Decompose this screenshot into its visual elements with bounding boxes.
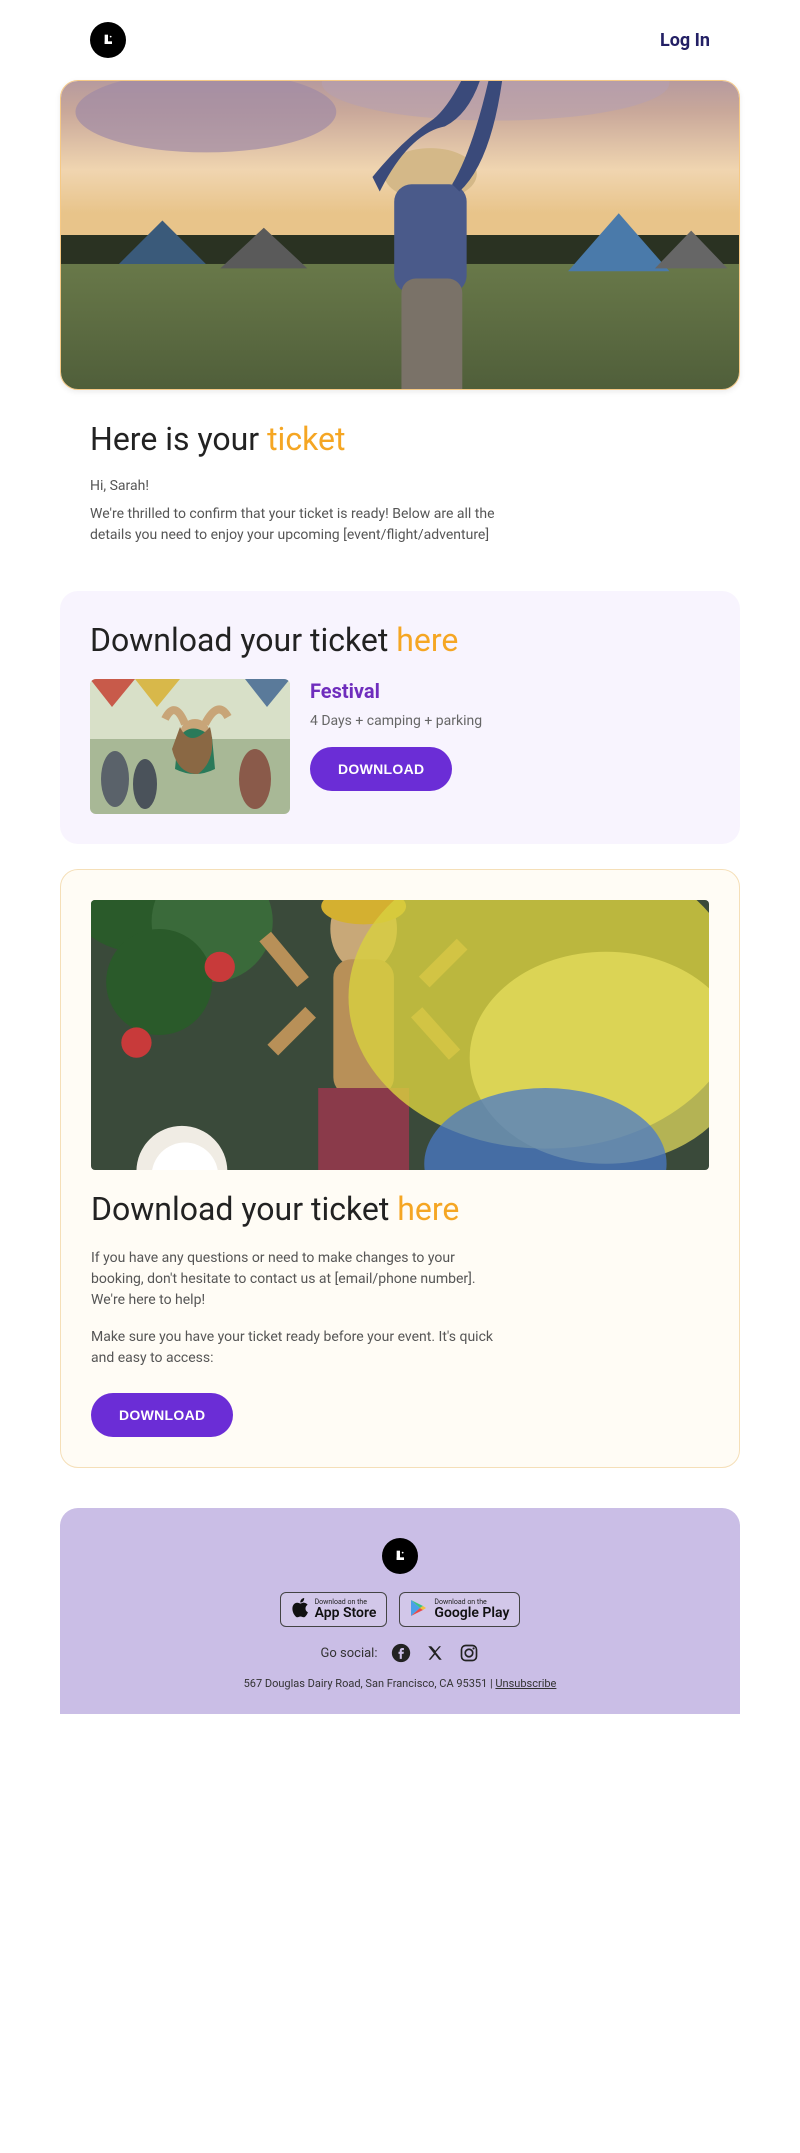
unsubscribe-link[interactable]: Unsubscribe bbox=[495, 1677, 556, 1690]
address-text: 567 Douglas Dairy Road, San Francisco, C… bbox=[244, 1677, 496, 1690]
card2-heading: Download your ticket here bbox=[91, 1190, 709, 1228]
hero-image bbox=[60, 80, 740, 390]
footer-logo bbox=[382, 1538, 418, 1574]
ticket-info: Festival 4 Days + camping + parking DOWN… bbox=[310, 679, 482, 791]
logo bbox=[90, 22, 126, 58]
google-play-badge[interactable]: Download on the Google Play bbox=[399, 1592, 520, 1627]
card1-heading-pre: Download your ticket bbox=[90, 621, 396, 659]
download-button-2[interactable]: DOWNLOAD bbox=[91, 1393, 233, 1437]
download-button[interactable]: DOWNLOAD bbox=[310, 747, 452, 791]
social-row: Go social: bbox=[80, 1643, 720, 1663]
footer: Download on the App Store Download on th… bbox=[60, 1508, 740, 1714]
social-label: Go social: bbox=[321, 1646, 378, 1661]
event-image bbox=[91, 900, 709, 1170]
header: Log In bbox=[60, 22, 740, 80]
festival-thumbnail bbox=[90, 679, 290, 814]
card2-heading-pre: Download your ticket bbox=[91, 1190, 397, 1228]
heading: Here is your ticket bbox=[90, 420, 710, 458]
instagram-icon[interactable] bbox=[459, 1643, 479, 1663]
apple-icon bbox=[291, 1598, 309, 1621]
footer-address: 567 Douglas Dairy Road, San Francisco, C… bbox=[80, 1677, 720, 1690]
card1-heading: Download your ticket here bbox=[90, 621, 710, 659]
intro-body: We're thrilled to confirm that your tick… bbox=[90, 504, 500, 546]
card2-heading-accent: here bbox=[397, 1190, 459, 1228]
download-card-2: Download your ticket here If you have an… bbox=[60, 869, 740, 1468]
heading-accent: ticket bbox=[267, 420, 345, 458]
intro-section: Here is your ticket Hi, Sarah! We're thr… bbox=[60, 390, 740, 566]
gplay-big-text: Google Play bbox=[434, 1606, 509, 1620]
x-icon[interactable] bbox=[425, 1643, 445, 1663]
store-badges: Download on the App Store Download on th… bbox=[80, 1592, 720, 1627]
login-link[interactable]: Log In bbox=[660, 30, 710, 51]
greeting: Hi, Sarah! bbox=[90, 478, 710, 494]
appstore-big-text: App Store bbox=[315, 1606, 377, 1620]
ticket-row: Festival 4 Days + camping + parking DOWN… bbox=[90, 679, 710, 814]
card2-para1: If you have any questions or need to mak… bbox=[91, 1248, 501, 1311]
heading-pre: Here is your bbox=[90, 420, 267, 458]
app-store-badge[interactable]: Download on the App Store bbox=[280, 1592, 388, 1627]
google-play-icon bbox=[410, 1599, 428, 1620]
card1-heading-accent: here bbox=[396, 621, 458, 659]
facebook-icon[interactable] bbox=[391, 1643, 411, 1663]
download-card-1: Download your ticket here bbox=[60, 591, 740, 844]
card2-para2: Make sure you have your ticket ready bef… bbox=[91, 1327, 501, 1369]
ticket-title: Festival bbox=[310, 679, 482, 703]
ticket-subtitle: 4 Days + camping + parking bbox=[310, 713, 482, 729]
